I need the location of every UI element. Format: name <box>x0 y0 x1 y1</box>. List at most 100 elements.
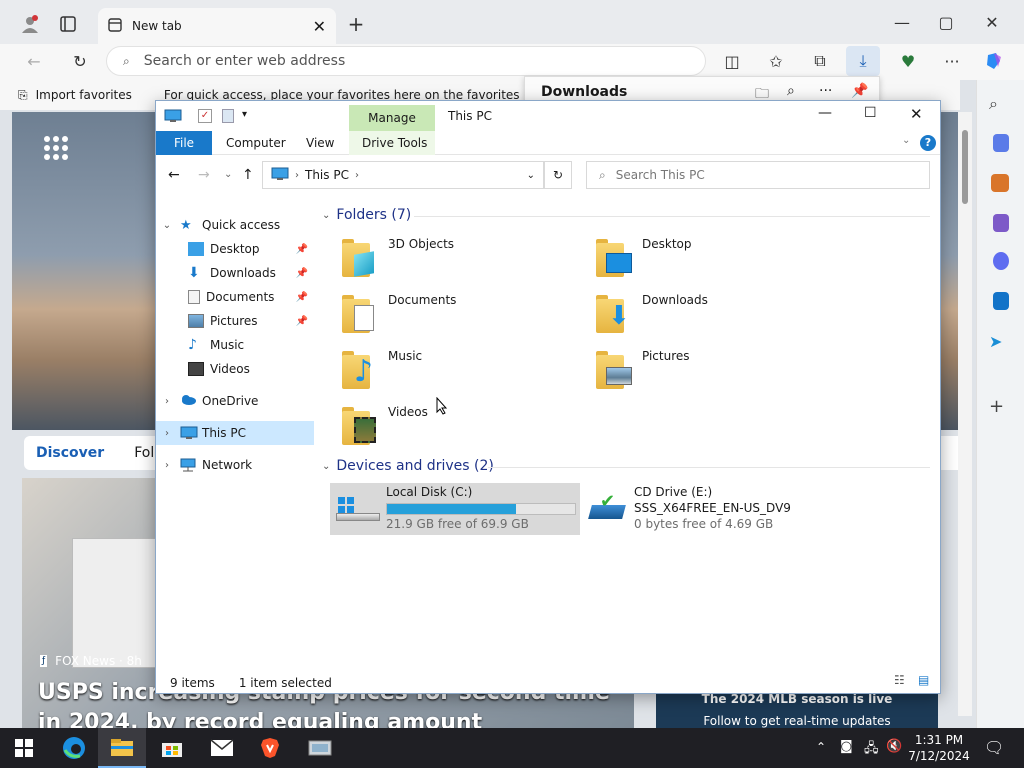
back-arrow-icon[interactable]: ← <box>22 49 46 73</box>
nav-desktop[interactable]: Desktop 📌 <box>156 237 314 261</box>
drives-group-header[interactable]: ⌄ Devices and drives (2) <box>322 458 494 474</box>
collapse-group-icon[interactable]: ⌄ <box>322 210 330 221</box>
scrollbar-thumb[interactable] <box>962 130 968 204</box>
downloads-search-icon[interactable]: ⌕ <box>787 83 795 99</box>
close-window-icon[interactable]: ✕ <box>980 10 1004 34</box>
downloads-icon[interactable]: ⤓ <box>846 46 880 76</box>
page-scrollbar[interactable] <box>958 112 972 716</box>
large-icons-view-icon[interactable]: ▤ <box>918 673 929 687</box>
import-favorites-link[interactable]: Import favorites <box>36 88 132 102</box>
tab-discover[interactable]: Discover <box>36 445 104 461</box>
more-options-icon[interactable]: ··· <box>940 49 964 73</box>
nav-network[interactable]: › Network <box>156 453 314 477</box>
folder-music[interactable]: ♪ Music <box>332 345 572 397</box>
recent-locations-icon[interactable]: ⌄ <box>224 169 232 180</box>
close-tab-icon[interactable]: ✕ <box>313 17 326 36</box>
view-tab[interactable]: View <box>306 131 334 155</box>
brave-taskbar-icon[interactable] <box>246 728 294 768</box>
collapse-chevron-icon[interactable]: ⌄ <box>160 220 174 231</box>
breadcrumb-chevron-icon[interactable]: › <box>355 170 359 181</box>
maximize-icon[interactable]: ▢ <box>934 10 958 34</box>
manage-tab[interactable]: Manage <box>349 105 435 131</box>
expand-chevron-icon[interactable]: › <box>160 396 174 407</box>
customize-toolbar-icon[interactable]: ▾ <box>242 109 247 120</box>
file-tab[interactable]: File <box>156 131 212 155</box>
expand-chevron-icon[interactable]: › <box>160 460 174 471</box>
sidebar-search-icon[interactable]: ⌕ <box>989 94 1011 113</box>
explorer-address-bar[interactable]: › This PC › ⌄ <box>262 161 544 189</box>
folder-desktop[interactable]: Desktop <box>586 233 826 285</box>
network-app-taskbar-icon[interactable] <box>296 728 344 768</box>
store-taskbar-icon[interactable] <box>148 728 196 768</box>
sidebar-send-icon[interactable]: ➤ <box>989 332 1011 351</box>
address-bar[interactable]: ⌕ Search or enter web address <box>106 46 706 76</box>
help-icon[interactable]: ? <box>920 135 936 151</box>
system-clock[interactable]: 1:31 PM 7/12/2024 <box>896 732 982 764</box>
meet-now-icon[interactable]: ◙ <box>840 739 853 754</box>
new-folder-quick-icon[interactable] <box>222 109 234 123</box>
copilot-icon[interactable] <box>982 49 1006 73</box>
minimize-icon[interactable]: — <box>890 10 914 34</box>
forward-icon[interactable]: → <box>198 167 210 183</box>
breadcrumb-this-pc[interactable]: This PC <box>305 168 349 182</box>
sidebar-m365-icon[interactable] <box>993 252 1009 270</box>
up-icon[interactable]: ↑ <box>242 167 254 183</box>
favorites-icon[interactable]: ✩ <box>764 49 788 73</box>
nav-documents[interactable]: Documents 📌 <box>156 285 314 309</box>
drive-cd-e[interactable]: ✔ CD Drive (E:) SSS_X64FREE_EN-US_DV9 0 … <box>584 483 834 535</box>
explorer-close-icon[interactable]: ✕ <box>910 105 923 123</box>
expand-chevron-icon[interactable]: › <box>160 428 174 439</box>
folder-3d-objects[interactable]: 3D Objects <box>332 233 572 285</box>
file-explorer-taskbar-icon[interactable] <box>98 728 146 768</box>
folder-pictures[interactable]: Pictures <box>586 345 826 397</box>
folder-videos[interactable]: Videos <box>332 401 572 453</box>
tab-actions-icon[interactable] <box>56 12 80 36</box>
nav-videos[interactable]: Videos <box>156 357 314 381</box>
pin-icon[interactable]: 📌 <box>851 83 868 99</box>
explorer-refresh-icon[interactable]: ↻ <box>544 161 572 189</box>
browser-tab[interactable]: New tab ✕ <box>98 8 336 44</box>
network-tray-icon[interactable]: 🖧 <box>864 739 879 761</box>
collapse-group-icon[interactable]: ⌄ <box>322 461 330 472</box>
nav-quick-access[interactable]: ⌄ ★ Quick access <box>156 213 314 237</box>
sidebar-games-icon[interactable] <box>993 214 1009 232</box>
drive-c-name: Local Disk (C:) <box>386 485 473 499</box>
browser-essentials-icon[interactable]: ♥ <box>896 49 920 73</box>
downloads-more-icon[interactable]: ··· <box>819 83 832 99</box>
drive-e-free: 0 bytes free of 4.69 GB <box>634 517 774 531</box>
start-windows-icon[interactable] <box>0 728 48 768</box>
drive-tools-tab[interactable]: Drive Tools <box>362 131 427 155</box>
nav-music[interactable]: ♪ Music <box>156 333 314 357</box>
explorer-maximize-icon[interactable]: ☐ <box>864 105 877 121</box>
new-tab-plus-icon[interactable]: + <box>344 12 368 36</box>
nav-this-pc[interactable]: › This PC <box>156 421 314 445</box>
sidebar-shopping-icon[interactable] <box>993 134 1009 152</box>
folder-downloads[interactable]: ⬇ Downloads <box>586 289 826 341</box>
nav-pictures[interactable]: Pictures 📌 <box>156 309 314 333</box>
mail-taskbar-icon[interactable] <box>198 728 246 768</box>
computer-tab[interactable]: Computer <box>226 131 286 155</box>
collections-icon[interactable]: ⧉ <box>808 49 832 73</box>
sidebar-tools-icon[interactable] <box>991 174 1009 192</box>
explorer-search-input[interactable]: ⌕ Search This PC <box>586 161 930 189</box>
profile-avatar-icon[interactable] <box>18 12 42 36</box>
details-view-icon[interactable]: ☷ <box>894 673 905 687</box>
nav-downloads[interactable]: ⬇ Downloads 📌 <box>156 261 314 285</box>
sidebar-add-icon[interactable]: + <box>989 396 1011 417</box>
address-dropdown-icon[interactable]: ⌄ <box>527 170 535 181</box>
notifications-icon[interactable]: 🗨 <box>984 738 1004 757</box>
back-icon[interactable]: ← <box>168 167 180 183</box>
folder-documents[interactable]: Documents <box>332 289 572 341</box>
nav-onedrive[interactable]: › OneDrive <box>156 389 314 413</box>
refresh-icon[interactable]: ↻ <box>68 49 92 73</box>
explorer-minimize-icon[interactable]: — <box>818 105 832 121</box>
split-screen-icon[interactable]: ◫ <box>720 49 744 73</box>
sidebar-outlook-icon[interactable] <box>993 292 1009 310</box>
drive-local-disk-c[interactable]: Local Disk (C:) 21.9 GB free of 69.9 GB <box>330 483 580 535</box>
expand-ribbon-icon[interactable]: ⌄ <box>902 135 910 146</box>
tray-overflow-icon[interactable]: ⌃ <box>816 740 826 754</box>
edge-taskbar-icon[interactable] <box>50 728 98 768</box>
properties-quick-icon[interactable]: ✓ <box>198 109 212 123</box>
app-launcher-icon[interactable] <box>44 136 68 160</box>
folders-group-header[interactable]: ⌄ Folders (7) <box>322 207 411 223</box>
